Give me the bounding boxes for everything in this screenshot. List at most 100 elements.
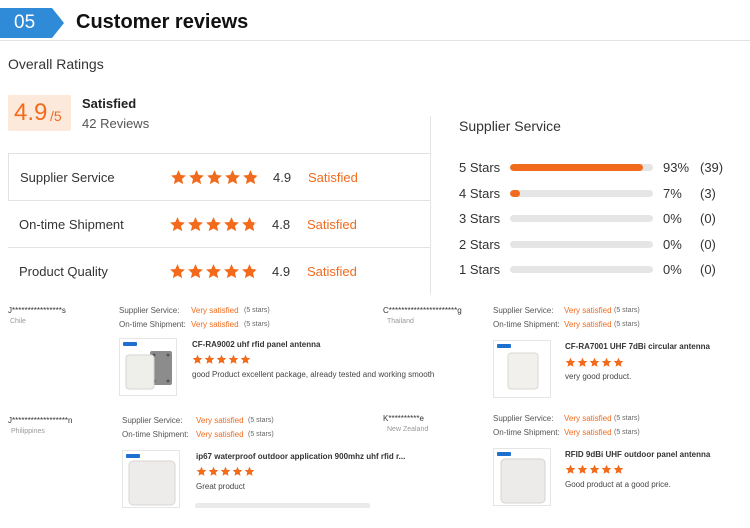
overall-score-box: 4.9 /5 — [8, 95, 71, 131]
rating-word: Satisfied — [308, 170, 358, 185]
reviewer-name: J****************s — [8, 306, 66, 315]
ontime-shipment-value: Very satisfied — [564, 320, 612, 329]
distribution-percent: 7% — [663, 185, 682, 201]
star-icon — [242, 264, 257, 279]
distribution-bar — [510, 215, 653, 222]
ontime-shipment-key: On-time Shipment: — [493, 320, 560, 329]
product-name[interactable]: CF-RA9002 uhf rfid panel antenna — [192, 340, 320, 349]
star-icon — [192, 354, 203, 364]
section-number: 05 — [14, 12, 36, 33]
star-icon — [225, 170, 240, 185]
supplier-service-distribution: 5 Stars 93% (39) 4 Stars 7% (3) 3 Stars … — [459, 158, 739, 286]
distribution-row: 1 Stars 0% (0) — [459, 260, 739, 286]
ontime-shipment-stars: (5 stars) — [614, 429, 640, 436]
star-icon — [565, 357, 576, 367]
reviewer-name: C**********************g — [383, 306, 462, 315]
product-name[interactable]: ip67 waterproof outdoor application 900m… — [196, 452, 405, 461]
star-icon — [601, 357, 612, 367]
review-text: very good product. — [565, 372, 632, 381]
star-icon — [220, 466, 231, 476]
rating-label: On-time Shipment — [19, 217, 124, 232]
product-tag — [126, 454, 140, 458]
star-icon — [208, 466, 219, 476]
star-icon — [204, 354, 215, 364]
supplier-service-value: Very satisfied — [191, 306, 239, 315]
rating-row-supplier-service: Supplier Service 4.9 Satisfied — [8, 153, 430, 200]
reviewer-name: J******************n — [8, 416, 73, 425]
supplier-service-stars: (5 stars) — [244, 307, 270, 314]
product-thumbnail[interactable] — [493, 448, 551, 506]
ontime-shipment-value: Very satisfied — [564, 428, 612, 437]
star-icon — [244, 466, 255, 476]
circular-antenna-image — [507, 352, 539, 390]
star-icon — [206, 217, 221, 232]
product-thumbnail[interactable] — [119, 338, 177, 396]
ontime-shipment-key: On-time Shipment: — [122, 430, 189, 439]
reviewer-name: K**********e — [383, 414, 424, 423]
distribution-label: 5 Stars — [459, 160, 501, 175]
bottom-divider — [195, 503, 370, 508]
distribution-percent: 0% — [663, 236, 682, 252]
star-icon — [577, 464, 588, 474]
supplier-service-title: Supplier Service — [459, 118, 561, 134]
supplier-service-key: Supplier Service: — [493, 306, 554, 315]
distribution-count: (0) — [700, 236, 716, 252]
rating-score: 4.9 — [272, 264, 291, 279]
ontime-shipment-stars: (5 stars) — [248, 431, 274, 438]
distribution-label: 1 Stars — [459, 262, 501, 277]
review-text: Great product — [196, 482, 245, 491]
star-icon — [189, 170, 204, 185]
rating-row-ontime-shipment: On-time Shipment 4.8 Satisfied — [8, 200, 430, 247]
distribution-percent: 93% — [663, 160, 690, 175]
distribution-count: (39) — [700, 160, 724, 175]
product-thumbnail[interactable] — [493, 340, 551, 398]
rating-score: 4.8 — [272, 217, 291, 232]
star-icon — [196, 466, 207, 476]
star-icon — [242, 217, 257, 232]
review-stars — [565, 464, 624, 475]
column-divider — [430, 116, 431, 294]
review-stars — [192, 354, 251, 365]
distribution-row: 2 Stars 0% (0) — [459, 235, 739, 261]
product-name[interactable]: CF-RA7001 UHF 7dBi circular antenna — [565, 342, 710, 351]
supplier-service-key: Supplier Service: — [493, 414, 554, 423]
ratings-table: Supplier Service 4.9 Satisfied On-time S… — [8, 153, 430, 294]
rating-score: 4.9 — [273, 170, 292, 185]
ontime-shipment-stars: (5 stars) — [244, 321, 270, 328]
star-icon — [565, 464, 576, 474]
overall-score: 4.9 — [14, 99, 48, 126]
rating-label: Supplier Service — [20, 170, 115, 185]
star-icon — [170, 264, 185, 279]
review-text: Good product at a good price. — [565, 480, 671, 489]
distribution-row: 4 Stars 7% (3) — [459, 184, 739, 210]
supplier-service-value: Very satisfied — [564, 306, 612, 315]
star-icon — [207, 170, 222, 185]
distribution-percent: 0% — [663, 211, 682, 226]
panel-antenna-image — [125, 351, 172, 390]
rating-label: Product Quality — [19, 264, 108, 279]
review-card: C**********************g Thailand Suppli… — [375, 300, 750, 400]
outdoor-antenna-image — [128, 460, 176, 506]
product-thumbnail[interactable] — [122, 450, 180, 508]
reviewer-country: New Zealand — [387, 426, 429, 433]
reviewer-country: Thailand — [387, 318, 414, 325]
star-icon — [228, 354, 239, 364]
rating-stars — [170, 169, 259, 186]
supplier-service-key: Supplier Service: — [119, 306, 180, 315]
star-icon — [216, 354, 227, 364]
star-icon — [613, 464, 624, 474]
star-icon — [206, 264, 221, 279]
product-tag — [497, 452, 511, 456]
review-card: J****************s Chile Supplier Servic… — [0, 300, 434, 396]
rating-word: Satisfied — [307, 217, 357, 232]
supplier-service-key: Supplier Service: — [122, 416, 183, 425]
supplier-service-stars: (5 stars) — [614, 415, 640, 422]
distribution-bar — [510, 240, 653, 248]
distribution-bar — [510, 266, 653, 273]
product-name[interactable]: RFID 9dBi UHF outdoor panel antenna — [565, 450, 710, 459]
supplier-service-value: Very satisfied — [196, 416, 244, 425]
distribution-bar-fill — [510, 164, 643, 171]
star-icon — [188, 217, 203, 232]
reviewer-country: Philippines — [11, 428, 45, 435]
distribution-label: 4 Stars — [459, 185, 501, 201]
